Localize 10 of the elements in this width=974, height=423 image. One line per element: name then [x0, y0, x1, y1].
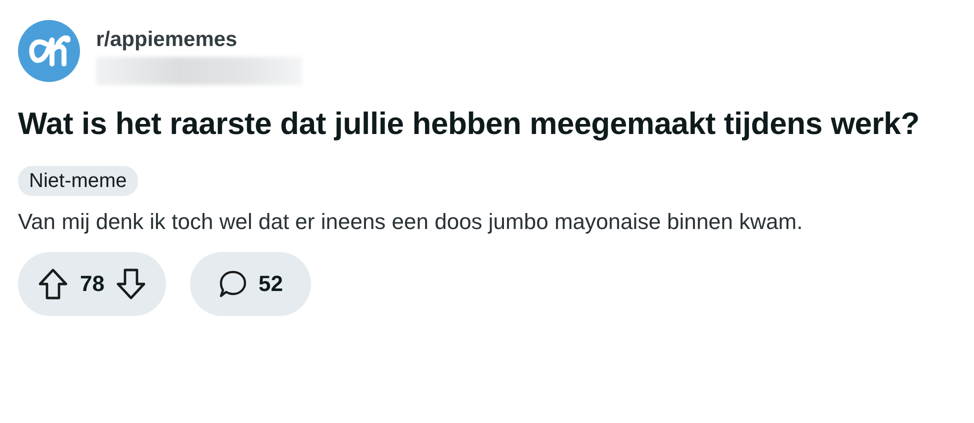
comments-button[interactable]: 52	[190, 252, 311, 316]
flair-tag: Niet-meme	[18, 166, 138, 196]
upvote-icon[interactable]	[38, 268, 68, 300]
post-body: Van mij denk ik toch wel dat er ineens een doos jumbo mayonaise binnen kwam.	[18, 208, 804, 236]
vote-count: 78	[80, 271, 104, 297]
logo-icon	[18, 20, 80, 82]
speech-bubble-icon	[218, 269, 248, 299]
downvote-icon[interactable]	[116, 268, 146, 300]
community-name[interactable]: r/appiememes	[96, 27, 302, 53]
post-title: Wat is het raarste dat jullie hebben meegemaakt tijdens werk?	[18, 105, 920, 143]
